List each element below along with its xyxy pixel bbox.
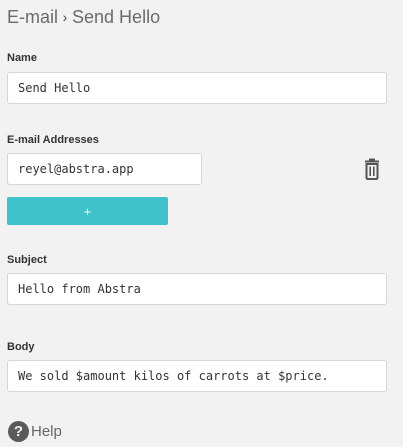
subject-label: Subject xyxy=(7,254,47,266)
breadcrumb-separator: › xyxy=(62,9,68,25)
breadcrumb-parent-link[interactable]: E-mail xyxy=(7,7,58,28)
email-address-input[interactable]: reyel@abstra.app xyxy=(7,153,202,185)
help-label: Help xyxy=(31,422,62,440)
email-addresses-label: E-mail Addresses xyxy=(7,134,99,146)
body-input[interactable]: We sold $amount kilos of carrots at $pri… xyxy=(7,360,387,392)
breadcrumb-current: Send Hello xyxy=(72,6,161,27)
name-input[interactable]: Send Hello xyxy=(7,72,387,104)
subject-input[interactable]: Hello from Abstra xyxy=(7,273,387,305)
breadcrumb: E-mail › Send Hello xyxy=(7,6,160,28)
add-email-button[interactable]: + xyxy=(7,197,168,225)
help-link[interactable]: ? Help xyxy=(8,420,62,442)
question-mark-icon: ? xyxy=(8,420,29,442)
trash-icon[interactable] xyxy=(362,158,382,180)
body-label: Body xyxy=(7,341,35,353)
name-label: Name xyxy=(7,52,37,64)
